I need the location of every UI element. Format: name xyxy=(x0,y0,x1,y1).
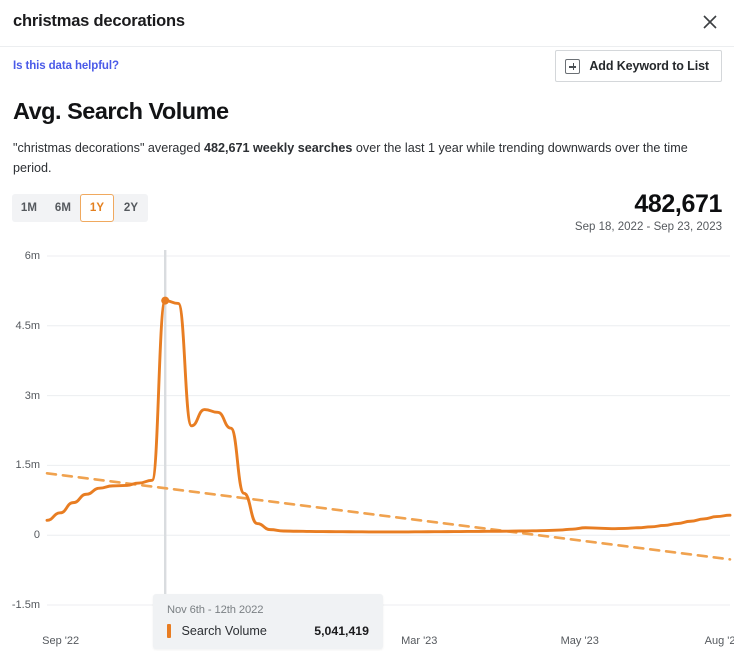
section-title: Avg. Search Volume xyxy=(13,98,734,125)
chart-tooltip: Nov 6th - 12th 2022 Search Volume 5,041,… xyxy=(153,594,383,649)
add-keyword-to-list-label: Add Keyword to List xyxy=(589,59,709,73)
plus-square-icon xyxy=(565,59,580,74)
description-part-1: "christmas decorations" averaged xyxy=(13,141,204,155)
panel-header: christmas decorations xyxy=(0,0,734,47)
chart-controls-row: 1M 6M 1Y 2Y 482,671 Sep 18, 2022 - Sep 2… xyxy=(0,190,734,242)
search-volume-chart[interactable]: 6m4.5m3m1.5m0-1.5m Sep '22Dec '22Mar '23… xyxy=(0,242,734,647)
description-highlight: 482,671 weekly searches xyxy=(204,141,352,155)
page-title: christmas decorations xyxy=(13,12,185,31)
add-keyword-to-list-button[interactable]: Add Keyword to List xyxy=(555,50,722,82)
close-icon[interactable] xyxy=(696,8,724,36)
stat-value: 482,671 xyxy=(575,190,722,219)
series-color-swatch-icon xyxy=(167,624,171,638)
x-axis-tick: Mar '23 xyxy=(401,635,437,647)
range-button-1m[interactable]: 1M xyxy=(12,194,46,222)
tooltip-series-row: Search Volume 5,041,419 xyxy=(167,624,369,638)
range-button-1y[interactable]: 1Y xyxy=(80,194,114,222)
is-this-data-helpful-link[interactable]: Is this data helpful? xyxy=(13,60,119,72)
tooltip-series-value: 5,041,419 xyxy=(314,624,369,638)
summary-stat: 482,671 Sep 18, 2022 - Sep 23, 2023 xyxy=(575,190,722,233)
tooltip-series-name: Search Volume xyxy=(182,624,267,638)
chart-canvas[interactable] xyxy=(0,242,734,647)
range-button-6m[interactable]: 6M xyxy=(46,194,80,222)
search-volume-panel: christmas decorations Is this data helpf… xyxy=(0,0,734,651)
section-description: "christmas decorations" averaged 482,671… xyxy=(13,138,721,178)
stat-date-range: Sep 18, 2022 - Sep 23, 2023 xyxy=(575,221,722,233)
x-axis-tick: Aug '23 xyxy=(705,635,734,647)
time-range-selector[interactable]: 1M 6M 1Y 2Y xyxy=(12,194,148,222)
tooltip-date: Nov 6th - 12th 2022 xyxy=(167,604,369,616)
range-button-2y[interactable]: 2Y xyxy=(114,194,148,222)
x-axis-tick: Sep '22 xyxy=(42,635,79,647)
x-axis-tick: May '23 xyxy=(561,635,599,647)
panel-subheader: Is this data helpful? Add Keyword to Lis… xyxy=(0,47,734,95)
